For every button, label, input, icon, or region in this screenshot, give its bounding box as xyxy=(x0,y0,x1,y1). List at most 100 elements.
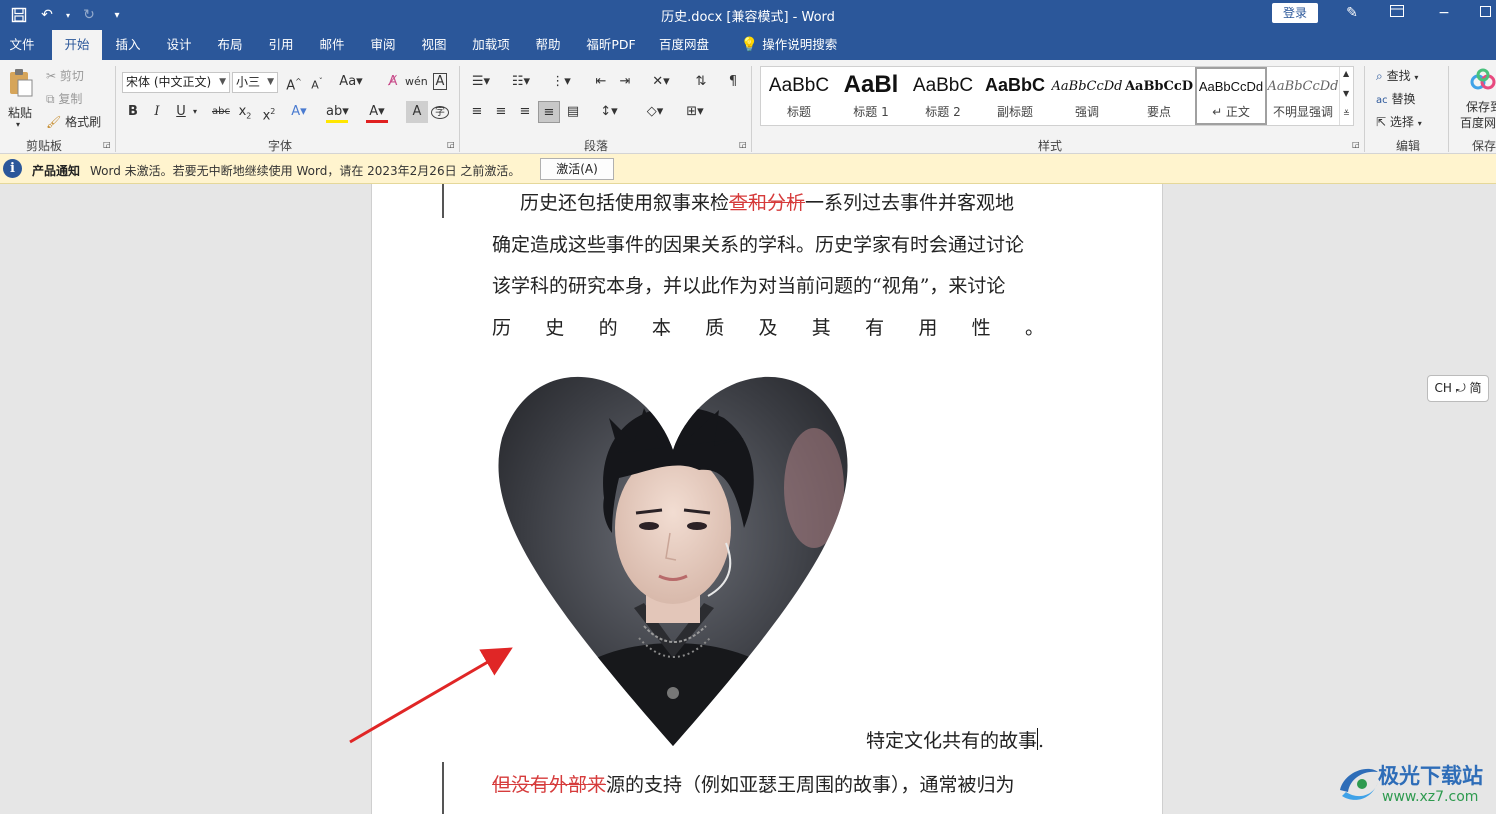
text-run: 源的支持（例如亚瑟王周围的故事），通常被归为 xyxy=(606,774,1015,796)
styles-scroll: ▲ ▼ ≚ xyxy=(1339,67,1353,125)
tab-references[interactable]: 引用 xyxy=(259,30,303,60)
tab-file[interactable]: 文件 xyxy=(0,30,44,60)
character-border-icon[interactable]: A xyxy=(429,71,451,93)
change-case-icon[interactable]: Aa▾ xyxy=(336,71,366,93)
tab-foxit-pdf[interactable]: 福昕PDF xyxy=(580,30,642,60)
style-strong[interactable]: AaBbCcD 要点 xyxy=(1123,67,1195,125)
font-name-combo[interactable]: 宋体 (中文正文) ▼ xyxy=(122,72,230,93)
format-painter-button[interactable]: 🖌 格式刷 xyxy=(46,113,101,130)
text-effects-icon[interactable]: A▾ xyxy=(288,101,310,123)
increase-indent-icon[interactable]: ⇥ xyxy=(614,71,636,93)
tab-mailings[interactable]: 邮件 xyxy=(310,30,354,60)
paragraph-launcher-icon[interactable]: ◲ xyxy=(739,140,747,149)
tab-home[interactable]: 开始 xyxy=(52,30,102,60)
tell-me-search[interactable]: 💡 操作说明搜索 xyxy=(734,30,844,60)
style-heading-1[interactable]: AaBl 标题 1 xyxy=(835,67,907,125)
line-spacing-icon[interactable]: ↕▾ xyxy=(594,101,624,123)
info-icon: i xyxy=(3,159,22,178)
character-shading-icon[interactable]: A xyxy=(406,101,428,123)
multilevel-list-icon[interactable]: ⋮▾ xyxy=(546,71,576,93)
underline-icon[interactable]: U xyxy=(170,101,192,123)
decrease-indent-icon[interactable]: ⇤ xyxy=(590,71,612,93)
paragraph-line: 确定造成这些事件的因果关系的学科。历史学家有时会通过讨论 xyxy=(492,234,1025,256)
lightbulb-icon: 💡 xyxy=(740,37,759,53)
site-logo xyxy=(1340,768,1378,800)
pen-icon[interactable]: ✎ xyxy=(1340,2,1364,24)
clear-formatting-icon[interactable]: A̸ xyxy=(382,71,404,93)
highlight-icon[interactable]: ab▾ xyxy=(326,101,349,123)
copy-label: 复制 xyxy=(58,92,83,106)
annotation-arrow xyxy=(349,647,513,744)
document-workspace[interactable]: 历史还包括使用叙事来检查和分析一系列过去事件并客观地 确定造成这些事件的因果关系… xyxy=(0,184,1496,814)
enclose-characters-icon[interactable]: 字 xyxy=(429,101,451,123)
paste-button[interactable]: 粘贴 ▾ xyxy=(6,66,36,130)
underline-dropdown-icon[interactable]: ▾ xyxy=(190,101,200,123)
show-marks-icon[interactable]: ¶ xyxy=(722,71,744,93)
copy-button[interactable]: ⧉ 复制 xyxy=(46,90,82,107)
replace-button[interactable]: ac 替换 xyxy=(1376,90,1415,107)
style-heading-2[interactable]: AaBbC 标题 2 xyxy=(907,67,979,125)
style-sample: AaBbC xyxy=(912,75,974,96)
select-label: 选择 xyxy=(1389,115,1414,129)
more-styles-icon[interactable]: ≚ xyxy=(1343,109,1350,118)
distributed-icon[interactable]: ▤ xyxy=(562,101,584,123)
ribbon-display-options-icon[interactable] xyxy=(1385,2,1409,24)
tab-help[interactable]: 帮助 xyxy=(526,30,570,60)
tab-design[interactable]: 设计 xyxy=(157,30,201,60)
heart-shaped-picture[interactable] xyxy=(494,358,852,748)
tab-view[interactable]: 视图 xyxy=(412,30,456,60)
tab-baidu-netdisk[interactable]: 百度网盘 xyxy=(652,30,716,60)
maximize-icon[interactable] xyxy=(1473,2,1496,24)
center-icon[interactable]: ≡ xyxy=(490,101,512,123)
style-subtitle[interactable]: AaBbC 副标题 xyxy=(979,67,1051,125)
activate-button[interactable]: 激活(A) xyxy=(540,158,614,180)
ime-indicator[interactable]: CH ⤾ 简 xyxy=(1427,375,1489,402)
cut-button[interactable]: ✂ 剪切 xyxy=(46,67,84,84)
char: 本 xyxy=(651,317,671,339)
superscript-icon[interactable]: x2 xyxy=(258,101,280,123)
font-size-combo[interactable]: 小三 ▼ xyxy=(232,72,278,93)
bullets-icon[interactable]: ☰▾ xyxy=(466,71,496,93)
paste-label: 粘贴 xyxy=(8,106,33,120)
style-normal[interactable]: AaBbCcDd ↵ 正文 xyxy=(1195,67,1267,125)
tab-layout[interactable]: 布局 xyxy=(208,30,252,60)
sort-icon[interactable]: ⇅ xyxy=(690,71,712,93)
phonetic-guide-icon[interactable]: wén xyxy=(405,71,428,93)
save-to-baidu-button[interactable]: 保存到 百度网 xyxy=(1456,66,1496,132)
clipboard-launcher-icon[interactable]: ◲ xyxy=(103,140,111,149)
paragraph-line: 历 史 的 本 质 及 其 有 用 性 。 xyxy=(492,313,1044,340)
chevron-down-icon: ▼ xyxy=(267,77,274,87)
tab-addins[interactable]: 加载项 xyxy=(466,30,516,60)
font-launcher-icon[interactable]: ◲ xyxy=(447,140,455,149)
subscript-icon[interactable]: x2 xyxy=(234,101,256,123)
style-title[interactable]: AaBbC 标题 xyxy=(763,67,835,125)
minimize-icon[interactable]: − xyxy=(1432,2,1456,24)
align-right-icon[interactable]: ≡ xyxy=(514,101,536,123)
select-button[interactable]: ⇱ 选择 ▾ xyxy=(1376,113,1422,130)
justify-icon[interactable]: ≡ xyxy=(538,101,560,123)
separator xyxy=(751,66,752,152)
scroll-up-icon[interactable]: ▲ xyxy=(1343,69,1349,78)
separator xyxy=(115,66,116,152)
borders-icon[interactable]: ⊞▾ xyxy=(680,101,710,123)
numbering-icon[interactable]: ☷▾ xyxy=(506,71,536,93)
login-button[interactable]: 登录 xyxy=(1272,3,1318,23)
style-emphasis[interactable]: AaBbCcDd 强调 xyxy=(1051,67,1123,125)
bold-icon[interactable]: B xyxy=(122,101,144,123)
strikethrough-icon[interactable]: abc xyxy=(210,101,232,123)
grow-font-icon[interactable]: A^ xyxy=(283,71,305,93)
tab-insert[interactable]: 插入 xyxy=(106,30,150,60)
shrink-font-icon[interactable]: Aˇ xyxy=(306,71,328,93)
search-icon: ⌕ xyxy=(1376,69,1383,83)
font-color-icon[interactable]: A▾ xyxy=(366,101,388,123)
style-subtle-emphasis[interactable]: AaBbCcDd 不明显强调 xyxy=(1267,67,1339,125)
chinese-layout-icon[interactable]: ✕▾ xyxy=(646,71,676,93)
italic-icon[interactable]: I xyxy=(146,101,168,123)
shading-icon[interactable]: ◇▾ xyxy=(640,101,670,123)
title-bar: ↶ ▾ ↻ ▾ 历史.docx [兼容模式] - Word 登录 ✎ − xyxy=(0,0,1496,30)
align-left-icon[interactable]: ≡ xyxy=(466,101,488,123)
scroll-down-icon[interactable]: ▼ xyxy=(1343,89,1349,98)
tab-review[interactable]: 审阅 xyxy=(361,30,405,60)
styles-launcher-icon[interactable]: ◲ xyxy=(1352,140,1360,149)
find-button[interactable]: ⌕ 查找 ▾ xyxy=(1376,67,1418,84)
